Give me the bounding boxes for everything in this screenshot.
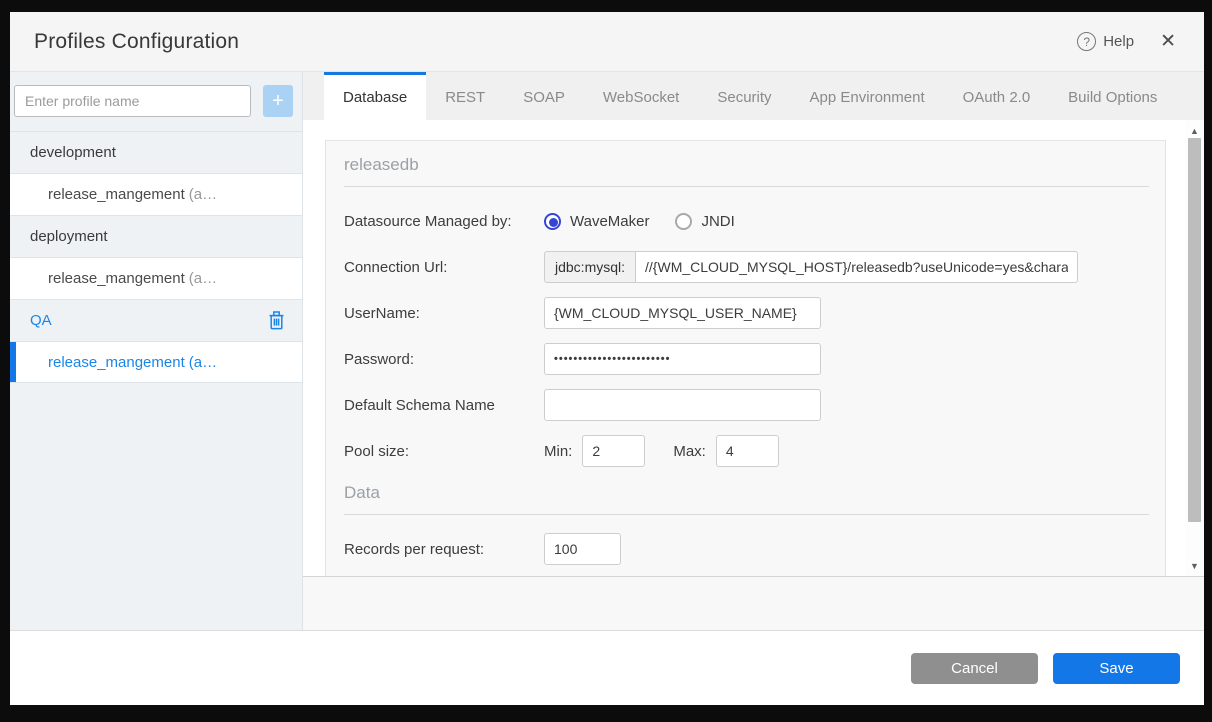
pool-max-label: Max: — [673, 442, 706, 460]
password-input[interactable] — [544, 343, 821, 375]
add-profile-button[interactable]: + — [263, 85, 293, 117]
username-label: UserName: — [344, 304, 420, 322]
data-section-heading: Data — [344, 483, 380, 502]
section-divider — [344, 186, 1149, 187]
connection-url-input[interactable] — [635, 251, 1079, 283]
radio-jndi-icon — [675, 212, 693, 230]
pool-min-label: Min: — [544, 442, 573, 460]
tab-soap[interactable]: SOAP — [504, 72, 584, 120]
password-row: Password: — [344, 343, 1149, 375]
scroll-down-icon[interactable]: ▼ — [1185, 557, 1204, 575]
password-label: Password: — [344, 350, 415, 368]
tab-content-scroll-area: releasedb Datasource Managed by: WaveMak… — [303, 120, 1204, 577]
default-schema-row: Default Schema Name — [344, 389, 1149, 421]
tab-security[interactable]: Security — [698, 72, 790, 120]
sidebar-item-release-mangement-deploy[interactable]: release_mangement (a… — [10, 257, 302, 299]
radio-option-wavemaker[interactable]: WaveMaker — [544, 212, 649, 230]
dialog-footer: Cancel Save — [10, 630, 1204, 705]
pool-max-input[interactable] — [715, 435, 779, 467]
radio-wavemaker-icon — [544, 212, 561, 230]
config-tabs: Database REST SOAP WebSocket Security Ap… — [303, 72, 1204, 120]
dialog-header: Profiles Configuration ? Help ✕ — [10, 12, 1204, 72]
datasource-row: Datasource Managed by: WaveMaker JNDI — [344, 205, 1149, 237]
pool-min-input[interactable] — [582, 435, 646, 467]
help-label: Help — [1103, 33, 1135, 50]
tab-rest[interactable]: REST — [426, 72, 504, 120]
delete-profile-icon[interactable] — [269, 311, 284, 334]
default-schema-label: Default Schema Name — [344, 396, 495, 414]
pool-size-row: Pool size: Min: Max: — [344, 435, 1149, 467]
radio-option-jndi[interactable]: JNDI — [675, 212, 735, 230]
database-name-heading: releasedb — [344, 155, 419, 174]
tab-build-options[interactable]: Build Options — [1049, 72, 1176, 120]
sidebar-item-development[interactable]: development — [10, 131, 302, 173]
connection-url-row: Connection Url: jdbc:mysql: — [344, 251, 1149, 283]
tab-database[interactable]: Database — [324, 72, 427, 120]
save-button[interactable]: Save — [1053, 652, 1180, 684]
help-button[interactable]: ? Help — [1077, 32, 1134, 51]
page-title: Profiles Configuration — [34, 29, 240, 53]
records-per-request-input[interactable] — [544, 533, 621, 565]
username-row: UserName: — [344, 297, 1149, 329]
records-per-request-label: Records per request: — [344, 540, 485, 558]
dialog-body: + development release_mangement (a… depl… — [10, 72, 1204, 630]
close-icon[interactable]: ✕ — [1156, 28, 1180, 55]
tab-app-environment[interactable]: App Environment — [791, 72, 944, 120]
username-input[interactable] — [544, 297, 821, 329]
tab-oauth[interactable]: OAuth 2.0 — [944, 72, 1050, 120]
profiles-sidebar: + development release_mangement (a… depl… — [10, 72, 303, 630]
jdbc-prefix: jdbc:mysql: — [544, 251, 637, 283]
scrollbar-thumb[interactable] — [1188, 138, 1201, 522]
connection-url-label: Connection Url: — [344, 258, 448, 276]
profile-name-input[interactable] — [14, 85, 251, 117]
profile-create-row: + — [10, 72, 302, 131]
profile-detail-area: Database REST SOAP WebSocket Security Ap… — [303, 72, 1204, 630]
default-schema-input[interactable] — [544, 389, 821, 421]
vertical-scrollbar[interactable]: ▲ ▼ — [1185, 120, 1204, 576]
cancel-button[interactable]: Cancel — [911, 652, 1038, 684]
sidebar-item-release-mangement-qa[interactable]: release_mangement (a… — [10, 341, 302, 383]
database-settings-panel: releasedb Datasource Managed by: WaveMak… — [325, 140, 1166, 576]
section-divider — [344, 514, 1149, 515]
help-icon: ? — [1077, 32, 1097, 51]
profiles-configuration-dialog: Profiles Configuration ? Help ✕ + develo… — [10, 12, 1204, 705]
sidebar-item-release-mangement-dev[interactable]: release_mangement (a… — [10, 173, 302, 215]
sidebar-item-deployment[interactable]: deployment — [10, 215, 302, 257]
sidebar-item-qa[interactable]: QA — [10, 299, 302, 341]
records-per-request-row: Records per request: — [344, 533, 1149, 565]
datasource-label: Datasource Managed by: — [344, 212, 512, 230]
tab-websocket[interactable]: WebSocket — [584, 72, 698, 120]
pool-size-label: Pool size: — [344, 442, 410, 460]
